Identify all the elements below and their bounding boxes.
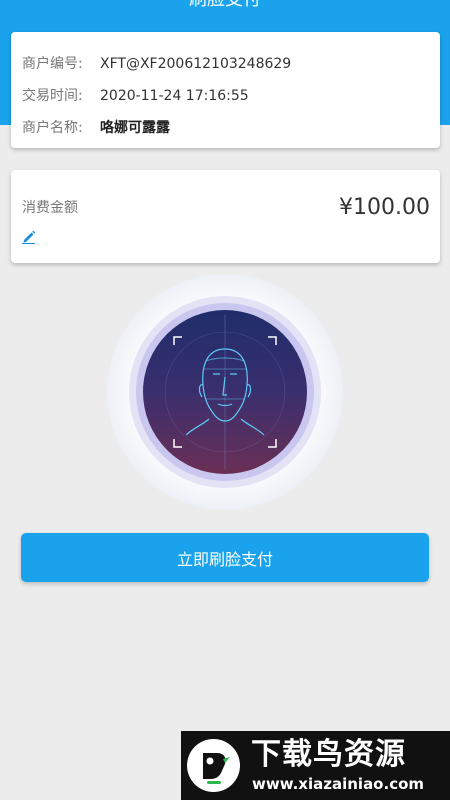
transaction-time-label: 交易时间: — [22, 88, 83, 104]
merchant-info-card: 商户编号: XFT@XF200612103248629 交易时间: 2020-11-… — [11, 32, 440, 148]
merchant-id-label: 商户编号: — [22, 56, 83, 72]
merchant-name-value: 咯娜可露露 — [100, 120, 170, 136]
face-scan-area[interactable] — [106, 273, 344, 511]
merchant-name-label: 商户名称: — [22, 120, 83, 136]
face-scan-icon — [107, 274, 343, 510]
transaction-time-row: 交易时间: 2020-11-24 17:16:55 — [22, 86, 249, 106]
merchant-id-value: XFT@XF200612103248629 — [100, 56, 292, 72]
watermark-url: www.xiazainiao.com — [252, 775, 425, 793]
watermark-title: 下载鸟资源 — [251, 737, 406, 772]
bird-logo-icon — [187, 739, 240, 792]
face-pay-button[interactable]: 立即刷脸支付 — [21, 533, 429, 582]
amount-card: 消费金额 ¥100.00 — [11, 170, 440, 263]
merchant-name-row: 商户名称: 咯娜可露露 — [22, 118, 170, 138]
watermark-banner: 下载鸟资源 www.xiazainiao.com — [181, 731, 450, 800]
amount-label: 消费金额 — [22, 200, 78, 216]
transaction-time-value: 2020-11-24 17:16:55 — [100, 88, 249, 104]
pencil-icon[interactable] — [21, 228, 37, 244]
merchant-id-row: 商户编号: XFT@XF200612103248629 — [22, 54, 291, 74]
amount-value: ¥100.00 — [339, 195, 430, 220]
page-title: 刷脸支付 — [0, 0, 450, 12]
